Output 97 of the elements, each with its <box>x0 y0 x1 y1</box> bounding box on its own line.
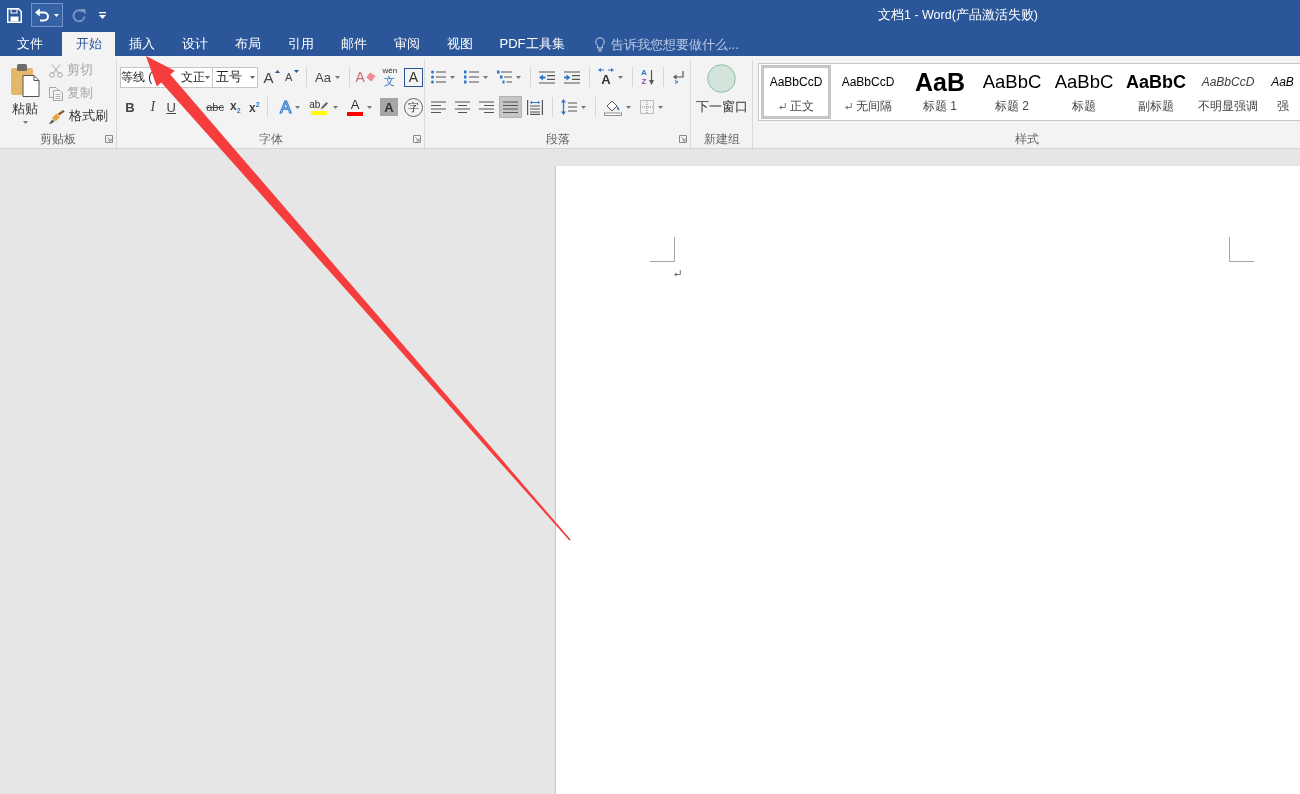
crop-mark-icon <box>650 237 675 262</box>
bulleted-list-icon <box>431 70 446 84</box>
circle-icon <box>707 64 736 93</box>
style-item[interactable]: AaBbC 标题 2 <box>977 65 1047 119</box>
ribbon-tab[interactable]: PDF工具集 <box>486 32 578 56</box>
customize-icon <box>99 11 106 19</box>
ribbon-tab[interactable]: 开始 <box>62 32 115 56</box>
shrink-font-button[interactable]: A <box>283 66 302 88</box>
align-right-icon <box>479 101 494 113</box>
eraser-icon <box>364 72 376 82</box>
ribbon-tab[interactable]: 设计 <box>168 32 221 56</box>
line-spacing-icon <box>561 99 577 115</box>
ribbon-tab[interactable]: 布局 <box>221 32 274 56</box>
paint-bucket-icon <box>604 98 622 116</box>
font-color-button[interactable]: A <box>343 96 376 118</box>
asian-layout-button[interactable]: A <box>594 66 627 88</box>
return-mark-icon <box>844 103 852 110</box>
italic-button[interactable]: I <box>145 100 160 114</box>
ribbon-tab[interactable]: 邮件 <box>327 32 380 56</box>
font-size-field[interactable]: 五号 <box>212 66 258 88</box>
character-border-button[interactable]: A <box>404 67 423 87</box>
strikethrough-button[interactable]: abc <box>205 100 225 114</box>
lightbulb-icon <box>595 36 605 52</box>
copy-icon <box>49 86 63 101</box>
phonetic-guide-button[interactable]: wén 文 <box>378 66 401 88</box>
caret-icon <box>483 75 488 79</box>
return-mark-icon <box>778 103 786 110</box>
caret-icon <box>333 105 339 109</box>
down-arrow-icon <box>648 69 654 85</box>
distribute-icon <box>527 99 543 115</box>
style-item[interactable]: AaB 标题 1 <box>905 65 975 119</box>
next-window-button[interactable]: 下一窗口 <box>693 63 750 117</box>
group-label: 样式 <box>1014 130 1039 148</box>
tell-me-field[interactable]: 告诉我您想要做什么... <box>611 36 751 52</box>
caret-icon <box>54 13 59 17</box>
caret-icon <box>205 75 211 79</box>
paragraph-mark-icon <box>673 70 684 84</box>
ribbon-tab[interactable]: 引用 <box>274 32 327 56</box>
caret-icon <box>450 75 455 79</box>
multilevel-list-icon <box>497 70 512 84</box>
double-arrow-icon <box>598 68 614 72</box>
return-mark-icon <box>674 270 681 277</box>
caret-icon <box>249 75 255 79</box>
scissors-icon <box>49 63 63 78</box>
numbered-list-icon <box>464 70 479 84</box>
style-item[interactable]: AaBbC 标题 <box>1049 65 1119 119</box>
justify-button[interactable] <box>499 96 522 118</box>
caret-icon <box>367 105 373 109</box>
paste-button[interactable]: 粘贴 <box>9 63 41 130</box>
triangle-icon <box>275 70 281 73</box>
caret-icon <box>22 121 28 124</box>
ribbon-tab[interactable]: 视图 <box>433 32 486 56</box>
bold-button[interactable]: B <box>123 100 137 114</box>
group-label: 新建组 <box>703 130 740 148</box>
superscript-button[interactable]: x$^{2}$ <box>246 100 263 114</box>
redo-icon <box>72 8 86 22</box>
caret-icon <box>334 75 340 79</box>
caret-icon <box>618 75 623 79</box>
grow-font-button[interactable]: A <box>261 66 283 88</box>
decrease-indent-icon <box>539 70 555 84</box>
highlight-button[interactable]: ab <box>305 96 343 118</box>
ribbon-tab[interactable]: 文件 <box>3 32 56 56</box>
ribbon-tab[interactable]: 插入 <box>115 32 168 56</box>
ribbon-tab[interactable]: 审阅 <box>380 32 433 56</box>
undo-icon <box>35 8 50 22</box>
caret-icon <box>581 105 586 109</box>
align-center-icon <box>455 101 470 113</box>
sort-button[interactable]: A Z <box>637 66 658 88</box>
style-item[interactable]: AaBbCcD 无间隔 <box>833 65 903 119</box>
character-shading-button[interactable]: A <box>380 98 398 116</box>
caret-icon <box>295 105 301 109</box>
triangle-icon <box>294 70 300 73</box>
style-item[interactable]: AaBbCcD 不明显强调 <box>1193 65 1263 119</box>
change-case-button[interactable]: Aa <box>311 66 344 88</box>
group-label: 段落 <box>545 130 570 148</box>
format-painter-button[interactable]: 格式刷 <box>47 105 110 128</box>
style-item[interactable]: AaB 强 <box>1265 65 1300 119</box>
underline-button[interactable]: U <box>165 100 177 114</box>
pen-icon <box>320 100 330 110</box>
borders-icon <box>640 100 654 114</box>
group-label: 剪贴板 <box>40 130 76 148</box>
subscript-button[interactable]: x$_{2}$ <box>227 100 244 114</box>
crop-mark-icon <box>1229 237 1254 262</box>
undo-button[interactable] <box>31 3 63 27</box>
group-label: 字体 <box>258 130 283 148</box>
increase-indent-icon <box>564 70 580 84</box>
window-title: 文档1 - Word(产品激活失败) <box>877 6 1038 24</box>
style-item[interactable]: AaBbC 副标题 <box>1121 65 1191 119</box>
caret-icon <box>658 105 663 109</box>
align-left-icon <box>431 101 446 113</box>
style-item[interactable]: AaBbCcD 正文 <box>761 65 831 119</box>
save-icon <box>7 7 22 23</box>
justify-icon <box>503 101 518 113</box>
caret-icon <box>626 105 631 109</box>
brush-icon <box>49 109 65 124</box>
caret-icon <box>516 75 521 79</box>
clipboard-icon <box>10 63 40 97</box>
